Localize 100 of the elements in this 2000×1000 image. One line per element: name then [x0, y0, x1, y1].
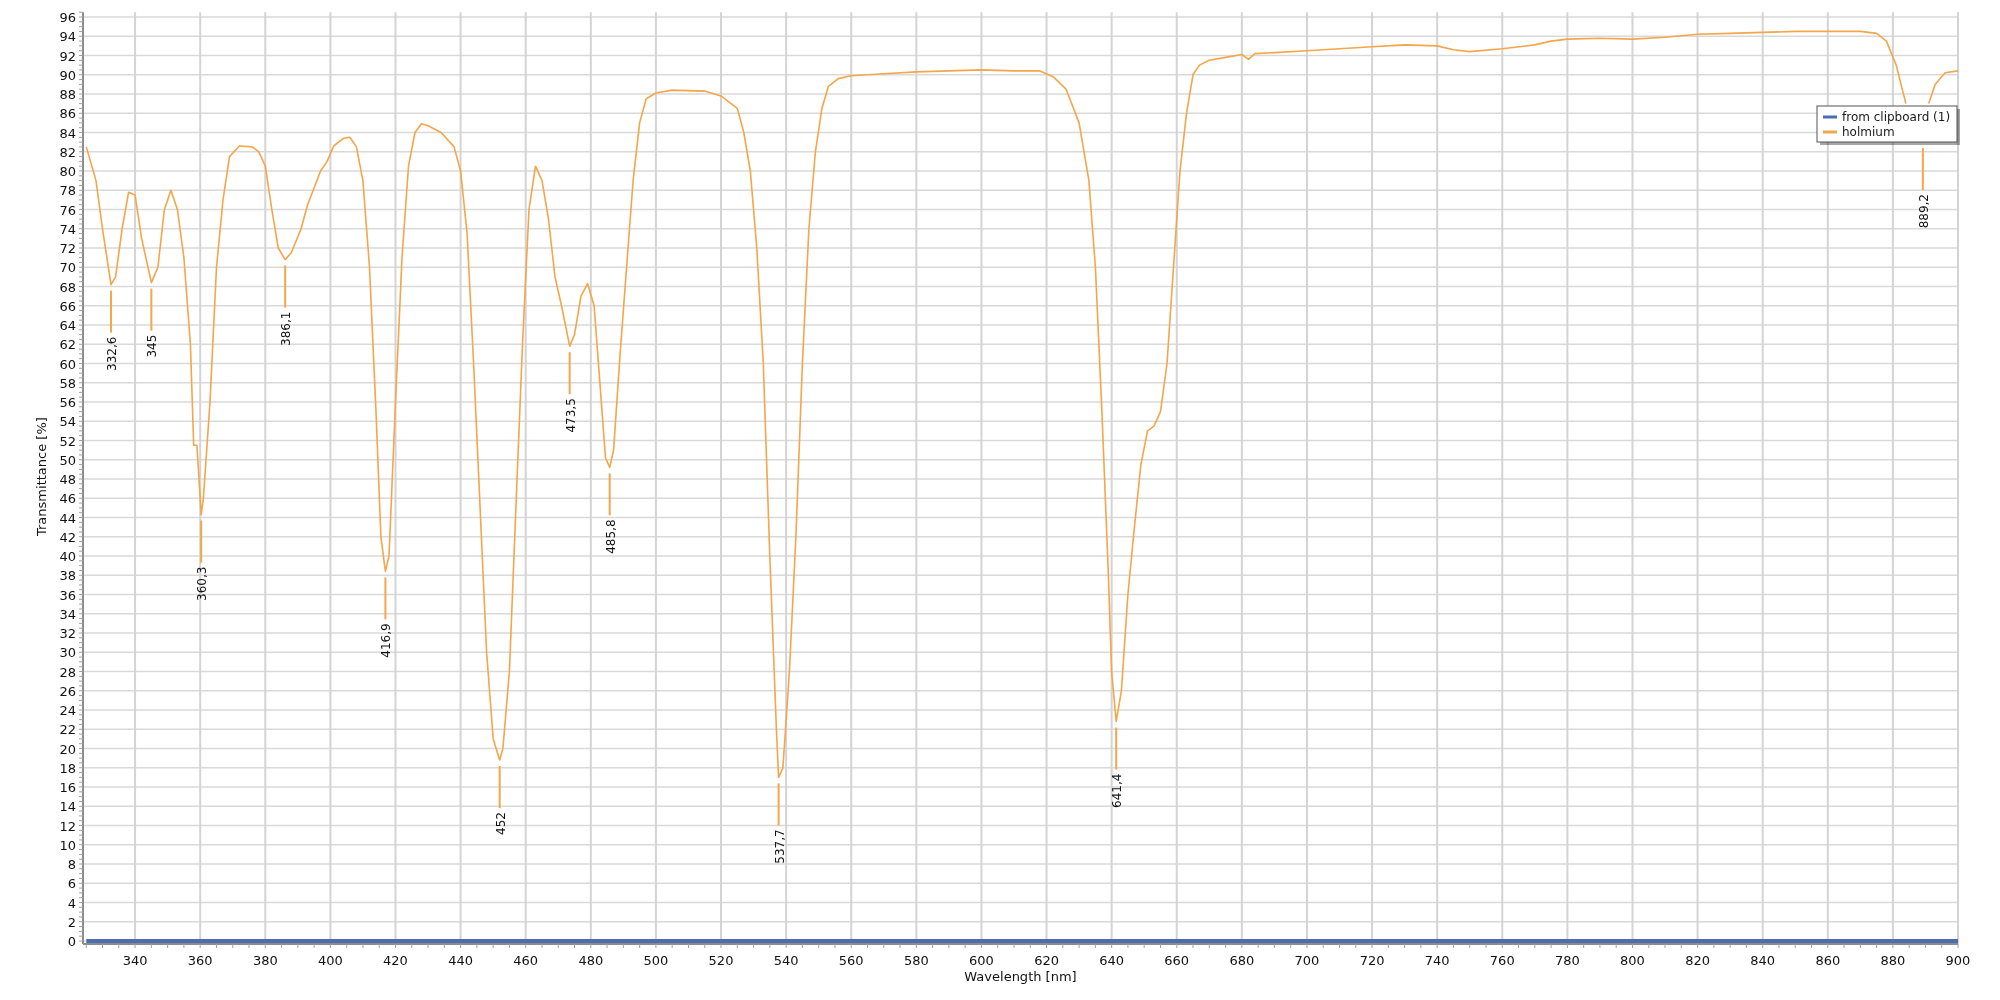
y-tick-label: 22	[59, 722, 76, 738]
x-tick-label: 640	[1099, 953, 1125, 968]
y-tick-label: 18	[59, 760, 76, 776]
x-tick-label: 480	[578, 953, 604, 968]
peak-label: 452	[493, 812, 508, 835]
y-tick-label: 64	[59, 318, 76, 333]
y-tick-label: 42	[59, 529, 76, 545]
y-tick-label: 88	[59, 87, 76, 102]
x-tick-label: 460	[513, 953, 539, 968]
x-tick-label: 420	[383, 953, 408, 968]
x-tick-label: 700	[1294, 953, 1320, 968]
y-tick-label: 14	[59, 799, 76, 815]
x-tick-label: 380	[252, 953, 278, 968]
y-tick-label: 38	[59, 568, 76, 584]
x-tick-label: 720	[1359, 953, 1385, 968]
y-tick-label: 84	[59, 125, 76, 141]
y-tick-label: 36	[59, 587, 76, 603]
x-tick-label: 340	[122, 953, 148, 968]
x-tick-label: 560	[838, 953, 864, 968]
legend-label: holmium	[1842, 125, 1895, 139]
y-tick-label: 44	[59, 510, 76, 526]
peak-label: 416,9	[379, 623, 394, 658]
peak-label: 537,7	[772, 829, 787, 864]
leader-line	[150, 287, 153, 332]
y-tick-label: 60	[59, 356, 76, 372]
x-tick-label: 360	[187, 953, 213, 968]
peak-label: 386,1	[279, 311, 294, 346]
y-tick-label: 76	[59, 202, 76, 218]
x-tick-label: 600	[969, 953, 994, 968]
y-tick-label: 86	[59, 106, 76, 122]
x-tick-label: 500	[643, 953, 669, 968]
y-tick-label: 66	[59, 298, 76, 314]
peak-label: 473,5	[563, 398, 578, 433]
y-tick-label: 78	[59, 183, 76, 199]
y-tick-label: 62	[59, 337, 76, 353]
x-tick-label: 900	[1945, 953, 1971, 968]
y-tick-label: 74	[59, 221, 76, 237]
leader-line	[608, 472, 611, 517]
x-tick-label: 780	[1554, 953, 1580, 968]
peak-label: 332,6	[105, 336, 119, 371]
y-tick-label: 70	[59, 260, 76, 276]
leader-line	[110, 289, 112, 334]
y-tick-label: 2	[67, 914, 76, 930]
y-tick-label: 28	[59, 664, 76, 680]
y-tick-label: 56	[59, 395, 76, 410]
y-tick-label: 50	[59, 452, 76, 468]
y-tick-label: 80	[59, 164, 76, 179]
x-tick-label: 680	[1229, 953, 1255, 968]
y-tick-label: 10	[59, 837, 76, 853]
y-tick-label: 58	[59, 375, 76, 391]
x-tick-label: 760	[1489, 953, 1515, 968]
y-tick-label: 32	[59, 626, 76, 641]
y-tick-label: 40	[59, 549, 76, 564]
x-tick-label: 820	[1685, 953, 1710, 968]
y-axis-title: Transmittance [%]	[34, 417, 49, 536]
leader-line	[200, 519, 203, 564]
y-tick-label: 4	[67, 895, 76, 911]
y-tick-label: 90	[59, 67, 76, 83]
x-tick-label: 580	[903, 953, 929, 968]
peak-label: 889,2	[1916, 194, 1931, 229]
y-tick-label: 92	[59, 48, 76, 64]
leader-line	[1115, 726, 1118, 771]
peak-label: 641,4	[1110, 773, 1125, 808]
peak-label: 360,3	[195, 566, 210, 601]
y-tick-label: 68	[59, 279, 76, 295]
leader-line	[284, 264, 287, 309]
y-tick-label: 52	[59, 433, 76, 449]
x-tick-label: 880	[1880, 953, 1906, 968]
y-tick-label: 30	[59, 645, 76, 661]
y-tick-label: 34	[59, 606, 76, 622]
legend-label: from clipboard (1)	[1842, 110, 1951, 124]
y-tick-label: 96	[59, 10, 76, 25]
y-tick-label: 16	[59, 780, 76, 795]
y-tick-label: 12	[59, 818, 76, 834]
x-tick-label: 440	[448, 953, 473, 968]
leader-line	[568, 351, 571, 396]
y-tick-label: 46	[59, 491, 76, 507]
y-tick-label: 20	[59, 741, 76, 757]
leader-line	[1921, 147, 1924, 191]
x-tick-label: 740	[1424, 953, 1450, 968]
y-tick-label: 26	[59, 683, 76, 699]
x-tick-label: 860	[1815, 953, 1841, 968]
leader-line	[498, 765, 501, 810]
x-tick-label: 840	[1750, 953, 1776, 968]
peak-label: 485,8	[603, 519, 618, 554]
y-tick-label: 94	[59, 29, 76, 45]
x-tick-label: 520	[708, 953, 734, 968]
x-tick-label: 540	[773, 953, 799, 968]
x-axis-title: Wavelength [nm]	[964, 969, 1077, 984]
x-tick-label: 660	[1164, 953, 1190, 968]
y-tick-label: 24	[59, 703, 76, 718]
x-tick-label: 620	[1034, 953, 1059, 968]
y-tick-label: 82	[59, 144, 76, 160]
peak-label: 345	[145, 334, 160, 358]
y-tick-label: 72	[59, 241, 76, 256]
y-tick-label: 6	[67, 876, 76, 892]
leader-line	[777, 782, 780, 827]
x-tick-label: 400	[318, 953, 343, 968]
y-tick-label: 48	[59, 472, 76, 487]
y-tick-label: 54	[59, 414, 76, 430]
